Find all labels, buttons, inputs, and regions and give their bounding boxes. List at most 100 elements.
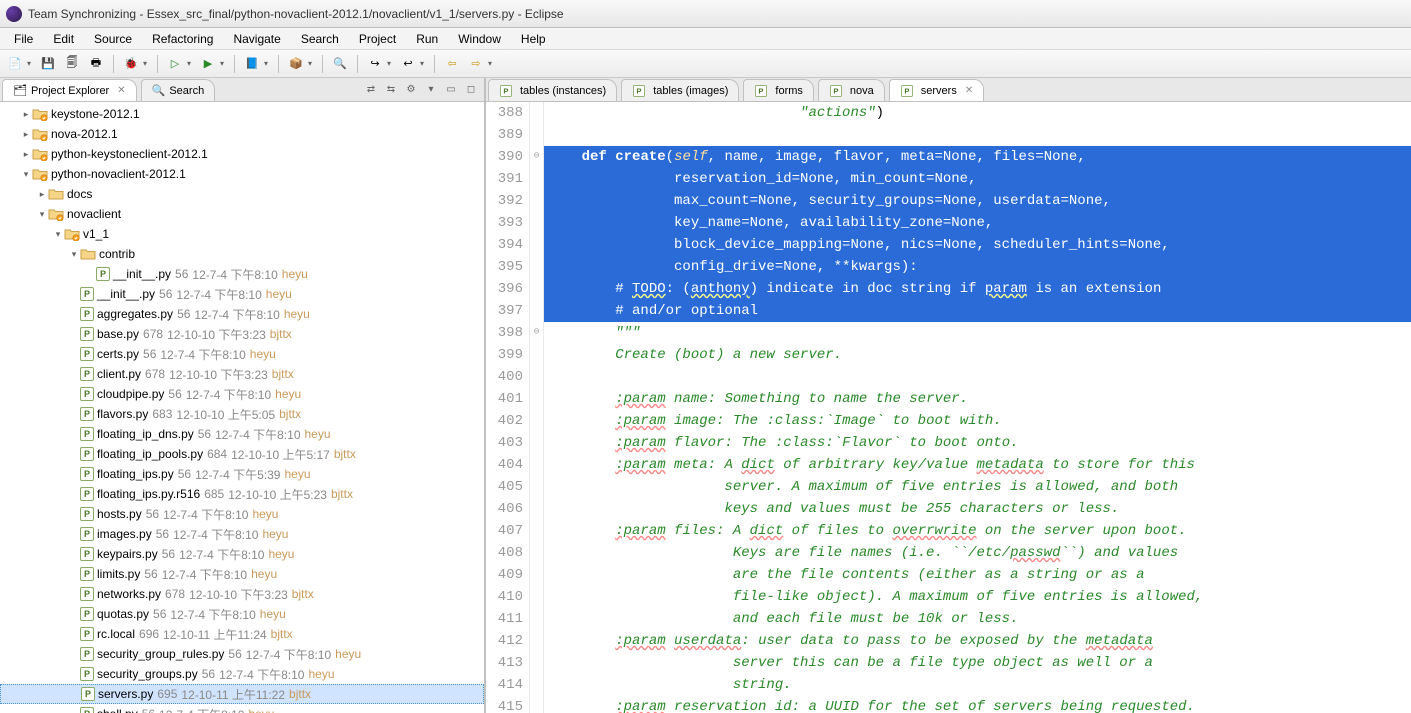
- collapse-all-button[interactable]: ⇄: [362, 80, 380, 98]
- folding-strip[interactable]: ⊖⊖: [530, 102, 544, 713]
- code-line[interactable]: are the file contents (either as a strin…: [544, 564, 1411, 586]
- tree-folder[interactable]: ▾contrib: [0, 244, 484, 264]
- code-line[interactable]: Create (boot) a new server.: [544, 344, 1411, 366]
- twisty-icon[interactable]: ▸: [20, 149, 32, 160]
- tree-folder[interactable]: ▾novaclient: [0, 204, 484, 224]
- tree-file[interactable]: Pfloating_ips.py5612-7-4 下午5:39heyu: [0, 464, 484, 484]
- print-button[interactable]: 🖶: [85, 53, 107, 75]
- code-line[interactable]: "actions"): [544, 102, 1411, 124]
- project-tree[interactable]: ▸keystone-2012.1▸nova-2012.1▸python-keys…: [0, 102, 484, 713]
- editor-tab[interactable]: Ptables (images): [621, 79, 739, 101]
- tree-file[interactable]: Pfloating_ips.py.r51668512-10-10 上午5:23b…: [0, 484, 484, 504]
- code-line[interactable]: """: [544, 322, 1411, 344]
- code-line[interactable]: :param image: The :class:`Image` to boot…: [544, 410, 1411, 432]
- fold-marker[interactable]: ⊖: [530, 146, 543, 168]
- code-line[interactable]: :param name: Something to name the serve…: [544, 388, 1411, 410]
- tree-file[interactable]: Psecurity_group_rules.py5612-7-4 下午8:10h…: [0, 644, 484, 664]
- tree-file[interactable]: Pfloating_ip_dns.py5612-7-4 下午8:10heyu: [0, 424, 484, 444]
- editor-tab[interactable]: Pservers✕: [889, 79, 984, 101]
- tree-file[interactable]: Pimages.py5612-7-4 下午8:10heyu: [0, 524, 484, 544]
- tree-file[interactable]: Paggregates.py5612-7-4 下午8:10heyu: [0, 304, 484, 324]
- code-line[interactable]: :param flavor: The :class:`Flavor` to bo…: [544, 432, 1411, 454]
- tree-file[interactable]: Pquotas.py5612-7-4 下午8:10heyu: [0, 604, 484, 624]
- code-line[interactable]: config_drive=None, **kwargs):: [544, 256, 1411, 278]
- code-line[interactable]: file-like object). A maximum of five ent…: [544, 586, 1411, 608]
- twisty-icon[interactable]: ▸: [20, 109, 32, 120]
- twisty-icon[interactable]: ▾: [52, 229, 64, 240]
- tab-search[interactable]: 🔍 Search: [141, 79, 216, 101]
- maximize-button[interactable]: ◻: [462, 80, 480, 98]
- tree-file[interactable]: Pfloating_ip_pools.py68412-10-10 上午5:17b…: [0, 444, 484, 464]
- annotation-next-button[interactable]: ↩: [397, 53, 419, 75]
- tree-file[interactable]: Pclient.py67812-10-10 下午3:23bjttx: [0, 364, 484, 384]
- debug-button[interactable]: 🐞: [120, 53, 142, 75]
- code-line[interactable]: [544, 366, 1411, 388]
- tree-folder[interactable]: ▸nova-2012.1: [0, 124, 484, 144]
- dropdown-icon[interactable]: ▾: [488, 59, 496, 68]
- code-line[interactable]: # and/or optional: [544, 300, 1411, 322]
- twisty-icon[interactable]: ▸: [36, 189, 48, 200]
- tree-file[interactable]: Phosts.py5612-7-4 下午8:10heyu: [0, 504, 484, 524]
- editor-tab[interactable]: Ptables (instances): [488, 79, 617, 101]
- tree-file[interactable]: Pnetworks.py67812-10-10 下午3:23bjttx: [0, 584, 484, 604]
- code-line[interactable]: :param meta: A dict of arbitrary key/val…: [544, 454, 1411, 476]
- menu-refactoring[interactable]: Refactoring: [142, 30, 223, 48]
- code-line[interactable]: string.: [544, 674, 1411, 696]
- tree-folder[interactable]: ▸python-keystoneclient-2012.1: [0, 144, 484, 164]
- tree-file[interactable]: P__init__.py5612-7-4 下午8:10heyu: [0, 284, 484, 304]
- filter-button[interactable]: ⚙: [402, 80, 420, 98]
- tree-folder[interactable]: ▾v1_1: [0, 224, 484, 244]
- tree-folder[interactable]: ▾python-novaclient-2012.1: [0, 164, 484, 184]
- code-area[interactable]: "actions") def create(self, name, image,…: [544, 102, 1411, 713]
- code-line[interactable]: server this can be a file type object as…: [544, 652, 1411, 674]
- tree-folder[interactable]: ▸keystone-2012.1: [0, 104, 484, 124]
- code-line[interactable]: [544, 124, 1411, 146]
- twisty-icon[interactable]: ▾: [20, 169, 32, 180]
- tree-file[interactable]: Pflavors.py68312-10-10 上午5:05bjttx: [0, 404, 484, 424]
- code-line[interactable]: # TODO: (anthony) indicate in doc string…: [544, 278, 1411, 300]
- menu-edit[interactable]: Edit: [43, 30, 84, 48]
- dropdown-icon[interactable]: ▾: [308, 59, 316, 68]
- tree-file[interactable]: Pservers.py69512-10-11 上午11:22bjttx: [0, 684, 484, 704]
- close-icon[interactable]: ✕: [117, 85, 125, 96]
- twisty-icon[interactable]: ▾: [36, 209, 48, 220]
- tree-file[interactable]: Pbase.py67812-10-10 下午3:23bjttx: [0, 324, 484, 344]
- code-line[interactable]: Keys are file names (i.e. ``/etc/passwd`…: [544, 542, 1411, 564]
- tree-file[interactable]: Pkeypairs.py5612-7-4 下午8:10heyu: [0, 544, 484, 564]
- save-button[interactable]: 💾: [37, 53, 59, 75]
- twisty-icon[interactable]: ▾: [68, 249, 80, 260]
- tree-file[interactable]: Plimits.py5612-7-4 下午8:10heyu: [0, 564, 484, 584]
- code-line[interactable]: keys and values must be 255 characters o…: [544, 498, 1411, 520]
- view-menu-button[interactable]: ▾: [422, 80, 440, 98]
- new-package-button[interactable]: 📦: [285, 53, 307, 75]
- code-line[interactable]: reservation_id=None, min_count=None,: [544, 168, 1411, 190]
- dropdown-icon[interactable]: ▾: [420, 59, 428, 68]
- tab-project-explorer[interactable]: 🗂 Project Explorer ✕: [2, 79, 137, 101]
- save-all-button[interactable]: 🗐: [61, 53, 83, 75]
- link-editor-button[interactable]: ⇆: [382, 80, 400, 98]
- tree-file[interactable]: Pshell.py5612-7-4 下午8:10heyu: [0, 704, 484, 713]
- menu-file[interactable]: File: [4, 30, 43, 48]
- close-icon[interactable]: ✕: [965, 85, 973, 96]
- dropdown-icon[interactable]: ▾: [387, 59, 395, 68]
- code-line[interactable]: def create(self, name, image, flavor, me…: [544, 146, 1411, 168]
- code-line[interactable]: and each file must be 10k or less.: [544, 608, 1411, 630]
- dropdown-icon[interactable]: ▾: [264, 59, 272, 68]
- code-line[interactable]: :param reservation id: a UUID for the se…: [544, 696, 1411, 713]
- editor-tab[interactable]: Pnova: [818, 79, 885, 101]
- tree-file[interactable]: P__init__.py5612-7-4 下午8:10heyu: [0, 264, 484, 284]
- menu-window[interactable]: Window: [448, 30, 511, 48]
- menu-project[interactable]: Project: [349, 30, 406, 48]
- fold-marker[interactable]: ⊖: [530, 322, 543, 344]
- tree-file[interactable]: Pcloudpipe.py5612-7-4 下午8:10heyu: [0, 384, 484, 404]
- editor-tab[interactable]: Pforms: [743, 79, 814, 101]
- code-line[interactable]: max_count=None, security_groups=None, us…: [544, 190, 1411, 212]
- tree-folder[interactable]: ▸docs: [0, 184, 484, 204]
- run-button[interactable]: ▷: [164, 53, 186, 75]
- search-button[interactable]: 🔍: [329, 53, 351, 75]
- dropdown-icon[interactable]: ▾: [187, 59, 195, 68]
- tree-file[interactable]: Pcerts.py5612-7-4 下午8:10heyu: [0, 344, 484, 364]
- dropdown-icon[interactable]: ▾: [27, 59, 35, 68]
- twisty-icon[interactable]: ▸: [20, 129, 32, 140]
- minimize-button[interactable]: ▭: [442, 80, 460, 98]
